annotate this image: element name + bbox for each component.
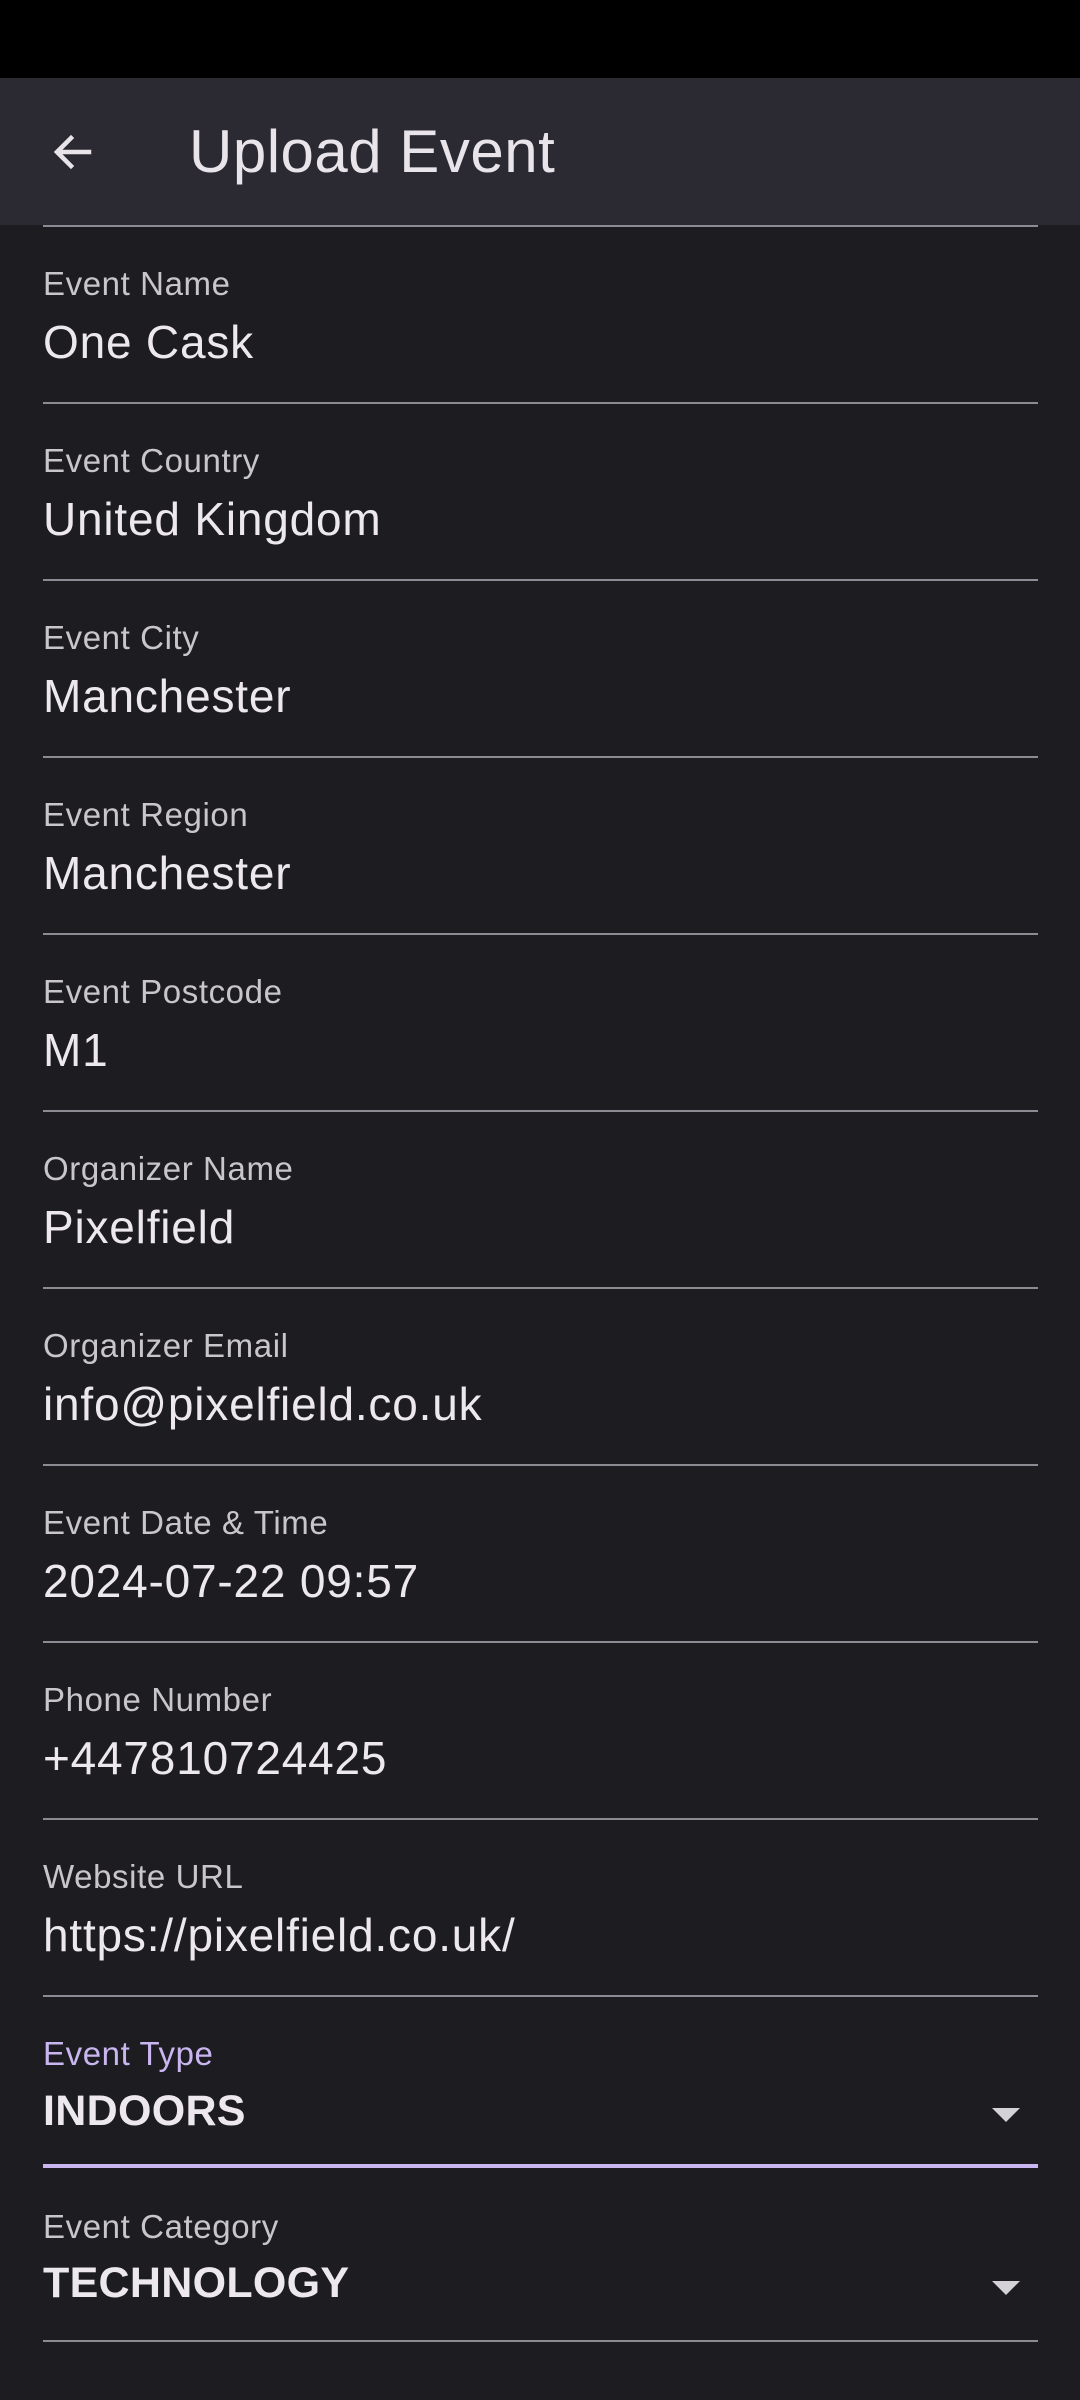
field-label: Website URL <box>43 1858 244 1895</box>
field-label: Event City <box>43 619 200 656</box>
event-postcode-field[interactable]: Event Postcode M1 <box>43 933 1038 1113</box>
page-title: Upload Event <box>189 118 556 185</box>
field-label: Event Category <box>43 2208 279 2245</box>
field-value: Manchester <box>43 670 292 722</box>
back-button[interactable] <box>25 104 121 200</box>
field-label: Event Date & Time <box>43 1504 329 1541</box>
organizer-name-field[interactable]: Organizer Name Pixelfield <box>43 1110 1038 1290</box>
field-label: Organizer Email <box>43 1327 289 1364</box>
field-value: One Cask <box>43 316 254 368</box>
field-value: +447810724425 <box>43 1732 388 1784</box>
field-value: 2024-07-22 09:57 <box>43 1555 419 1607</box>
field-value: https://pixelfield.co.uk/ <box>43 1909 516 1961</box>
website-url-field[interactable]: Website URL https://pixelfield.co.uk/ <box>43 1818 1038 1998</box>
event-name-field[interactable]: Event Name One Cask <box>43 225 1038 405</box>
field-value: United Kingdom <box>43 493 382 545</box>
event-city-field[interactable]: Event City Manchester <box>43 579 1038 759</box>
field-value: info@pixelfield.co.uk <box>43 1378 483 1430</box>
field-label: Event Region <box>43 796 249 833</box>
field-label: Event Country <box>43 442 260 479</box>
phone-number-field[interactable]: Phone Number +447810724425 <box>43 1641 1038 1821</box>
organizer-email-field[interactable]: Organizer Email info@pixelfield.co.uk <box>43 1287 1038 1467</box>
event-date-time-field[interactable]: Event Date & Time 2024-07-22 09:57 <box>43 1464 1038 1644</box>
event-category-dropdown[interactable]: Event Category TECHNOLOGY <box>43 2170 1038 2345</box>
field-label: Event Name <box>43 265 231 302</box>
field-label: Event Type <box>43 2035 214 2072</box>
app-bar: Upload Event <box>0 78 1080 225</box>
status-bar <box>0 0 1080 78</box>
field-value: Manchester <box>43 847 292 899</box>
field-label: Organizer Name <box>43 1150 294 1187</box>
field-underline <box>43 2164 1038 2168</box>
field-underline <box>43 2340 1038 2342</box>
field-value: M1 <box>43 1024 109 1076</box>
event-region-field[interactable]: Event Region Manchester <box>43 756 1038 936</box>
dropdown-arrow-icon[interactable] <box>992 2281 1020 2295</box>
arrow-left-icon <box>53 134 92 169</box>
field-value: INDOORS <box>43 2087 246 2135</box>
field-value: Pixelfield <box>43 1201 236 1253</box>
field-label: Event Postcode <box>43 973 283 1010</box>
event-country-field[interactable]: Event Country United Kingdom <box>43 402 1038 582</box>
event-type-dropdown[interactable]: Event Type INDOORS <box>43 1995 1038 2170</box>
field-label: Phone Number <box>43 1681 273 1718</box>
dropdown-arrow-icon[interactable] <box>992 2108 1020 2122</box>
field-value: TECHNOLOGY <box>43 2259 350 2307</box>
